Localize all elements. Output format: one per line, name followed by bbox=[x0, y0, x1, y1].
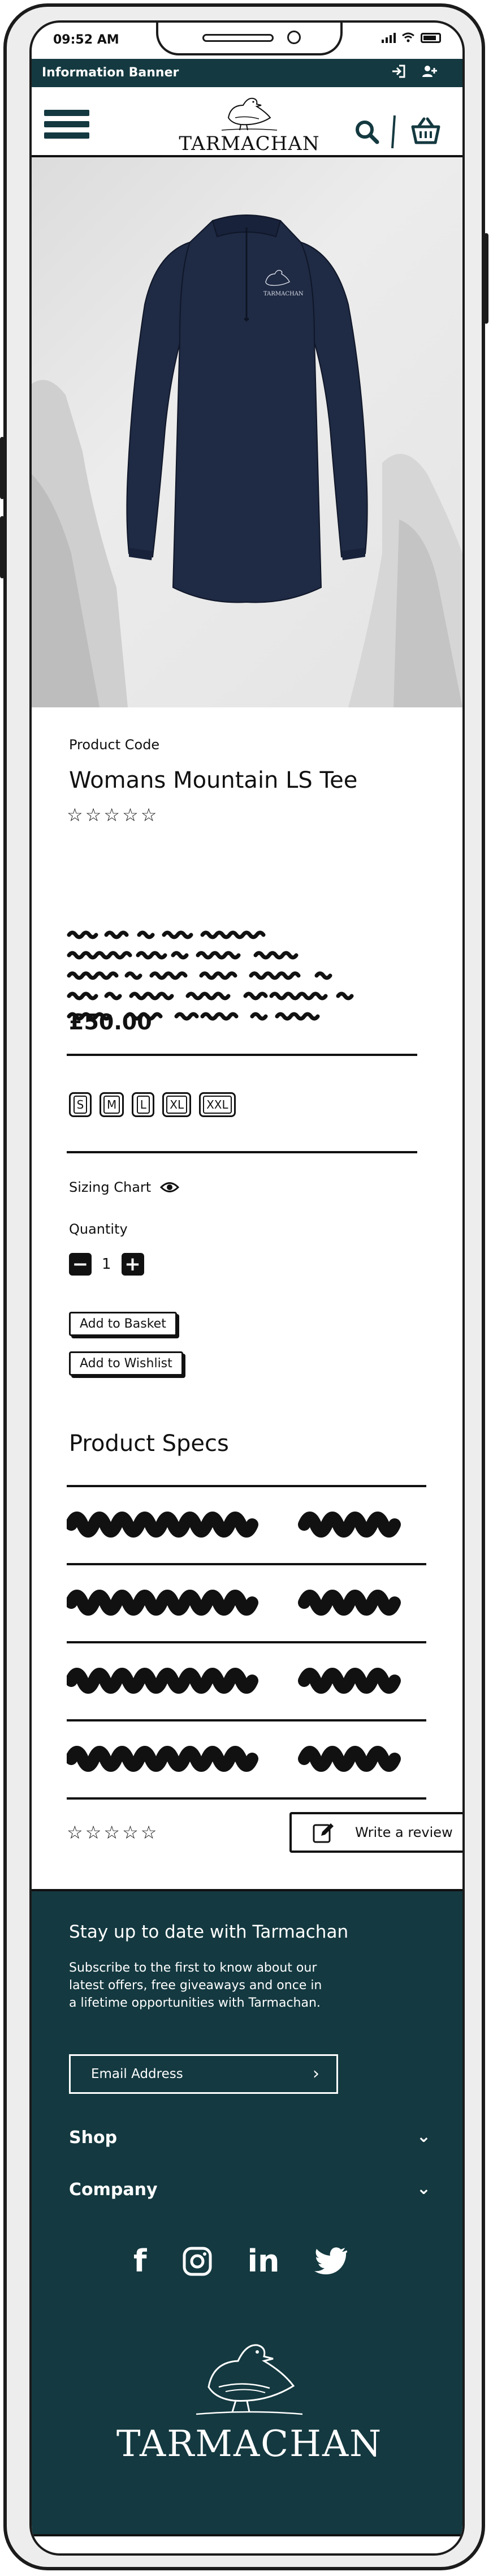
email-placeholder: Email Address bbox=[91, 2067, 183, 2081]
phone-side-button bbox=[0, 516, 5, 578]
star-empty-icon: ☆ bbox=[67, 804, 83, 826]
edit-icon bbox=[313, 1823, 334, 1843]
site-footer: Stay up to date with Tarmachan Subscribe… bbox=[32, 1889, 462, 2536]
accordion-label: Company bbox=[69, 2180, 158, 2200]
camera-icon bbox=[287, 31, 301, 44]
spec-row[interactable] bbox=[67, 1741, 429, 1775]
spec-row[interactable] bbox=[67, 1585, 429, 1618]
add-to-wishlist-button[interactable]: Add to Wishlist bbox=[69, 1351, 183, 1376]
search-icon[interactable] bbox=[354, 119, 380, 147]
brand-wordmark: TARMACHAN bbox=[116, 2423, 383, 2465]
sizing-chart-label: Sizing Chart bbox=[69, 1179, 152, 1195]
star-empty-icon: ☆ bbox=[122, 804, 139, 826]
increase-quantity-button[interactable]: + bbox=[121, 1253, 144, 1276]
spec-row[interactable] bbox=[67, 1506, 429, 1540]
phone-notch bbox=[156, 23, 343, 55]
speaker-icon bbox=[202, 34, 274, 42]
banner-text: Information Banner bbox=[42, 66, 179, 80]
star-empty-icon: ☆ bbox=[140, 1822, 157, 1843]
sizing-chart-link[interactable]: Sizing Chart bbox=[69, 1179, 180, 1195]
quantity-label: Quantity bbox=[69, 1221, 128, 1237]
ptarmigan-logo-icon bbox=[196, 2344, 303, 2415]
newsletter-text: Subscribe to the first to know about our… bbox=[69, 1961, 322, 2010]
quantity-value: 1 bbox=[102, 1256, 111, 1273]
phone-frame: 09:52 AM Information Banner TARMACHAN TA… bbox=[0, 3, 488, 2570]
instagram-icon[interactable] bbox=[182, 2246, 213, 2277]
size-option[interactable]: S bbox=[69, 1092, 92, 1117]
star-empty-icon: ☆ bbox=[140, 804, 157, 826]
hamburger-menu-icon[interactable] bbox=[44, 110, 89, 141]
status-time: 09:52 AM bbox=[53, 33, 119, 47]
product-image[interactable]: TARMACHAN bbox=[32, 157, 462, 707]
chevron-down-icon: ⌄ bbox=[416, 2127, 431, 2146]
newsletter-title: Stay up to date with Tarmachan bbox=[69, 1922, 349, 1942]
divider bbox=[67, 1641, 426, 1643]
sign-in-icon[interactable] bbox=[391, 65, 406, 81]
site-header: TARMACHAN bbox=[32, 87, 462, 157]
divider bbox=[67, 1054, 417, 1056]
product-rating[interactable]: ☆ ☆ ☆ ☆ ☆ bbox=[67, 806, 157, 824]
footer-logo[interactable]: TARMACHAN bbox=[112, 2333, 387, 2465]
signal-icon bbox=[382, 33, 396, 43]
accordion-label: Shop bbox=[69, 2128, 118, 2148]
divider bbox=[67, 1151, 417, 1153]
eye-icon bbox=[160, 1182, 180, 1192]
star-empty-icon: ☆ bbox=[103, 1822, 120, 1843]
product-description-placeholder bbox=[67, 930, 354, 1021]
decrease-quantity-button[interactable]: − bbox=[69, 1253, 92, 1276]
size-option[interactable]: XL bbox=[162, 1092, 192, 1117]
twitter-icon[interactable] bbox=[314, 2247, 348, 2276]
footer-accordion-company[interactable]: Company ⌄ bbox=[69, 2179, 431, 2200]
divider bbox=[67, 1797, 426, 1800]
star-empty-icon: ☆ bbox=[103, 804, 120, 826]
information-banner: Information Banner bbox=[32, 59, 462, 87]
chevron-right-icon[interactable]: › bbox=[313, 2064, 319, 2084]
battery-icon bbox=[421, 33, 441, 43]
basket-icon[interactable] bbox=[410, 117, 441, 147]
star-empty-icon: ☆ bbox=[85, 804, 102, 826]
size-option[interactable]: L bbox=[132, 1092, 155, 1117]
divider bbox=[67, 1563, 426, 1565]
phone-screen: 09:52 AM Information Banner TARMACHAN TA… bbox=[29, 20, 465, 2556]
phone-power-button bbox=[484, 233, 488, 324]
spec-row[interactable] bbox=[67, 1663, 429, 1697]
quantity-stepper: − 1 + bbox=[69, 1253, 144, 1276]
ptarmigan-logo-icon bbox=[221, 97, 278, 131]
product-photo: TARMACHAN bbox=[32, 214, 462, 707]
product-price: £50.00 bbox=[69, 1010, 152, 1034]
screen-bottom-bar bbox=[32, 2534, 462, 2553]
linkedin-icon[interactable]: in bbox=[248, 2243, 280, 2279]
size-selector: S M L XL XXL bbox=[69, 1092, 236, 1117]
brand-logo[interactable]: TARMACHAN bbox=[176, 93, 323, 155]
add-to-basket-button[interactable]: Add to Basket bbox=[69, 1312, 177, 1336]
write-review-button[interactable]: Write a review bbox=[289, 1812, 462, 1853]
wifi-icon bbox=[402, 32, 414, 42]
review-rating[interactable]: ☆ ☆ ☆ ☆ ☆ bbox=[67, 1823, 157, 1841]
footer-accordion-shop[interactable]: Shop ⌄ bbox=[69, 2127, 431, 2148]
facebook-icon[interactable]: f bbox=[133, 2243, 147, 2279]
add-user-icon[interactable] bbox=[422, 65, 438, 81]
size-option[interactable]: M bbox=[100, 1092, 124, 1117]
social-links: f in bbox=[133, 2243, 348, 2279]
svg-text:TARMACHAN: TARMACHAN bbox=[263, 291, 304, 297]
chevron-down-icon: ⌄ bbox=[416, 2179, 431, 2199]
header-divider bbox=[391, 115, 396, 149]
status-icons bbox=[382, 32, 441, 43]
divider bbox=[67, 1719, 426, 1721]
product-title: Womans Mountain LS Tee bbox=[69, 767, 358, 793]
divider bbox=[67, 1485, 426, 1487]
star-empty-icon: ☆ bbox=[122, 1822, 139, 1843]
size-option[interactable]: XXL bbox=[199, 1092, 236, 1117]
star-empty-icon: ☆ bbox=[85, 1822, 102, 1843]
phone-side-button bbox=[0, 437, 5, 499]
brand-wordmark: TARMACHAN bbox=[179, 132, 320, 155]
star-empty-icon: ☆ bbox=[67, 1822, 83, 1843]
product-code-label: Product Code bbox=[69, 737, 160, 753]
write-review-label: Write a review bbox=[355, 1824, 453, 1840]
email-field[interactable]: Email Address › bbox=[69, 2054, 338, 2094]
product-specs-title: Product Specs bbox=[69, 1431, 229, 1457]
